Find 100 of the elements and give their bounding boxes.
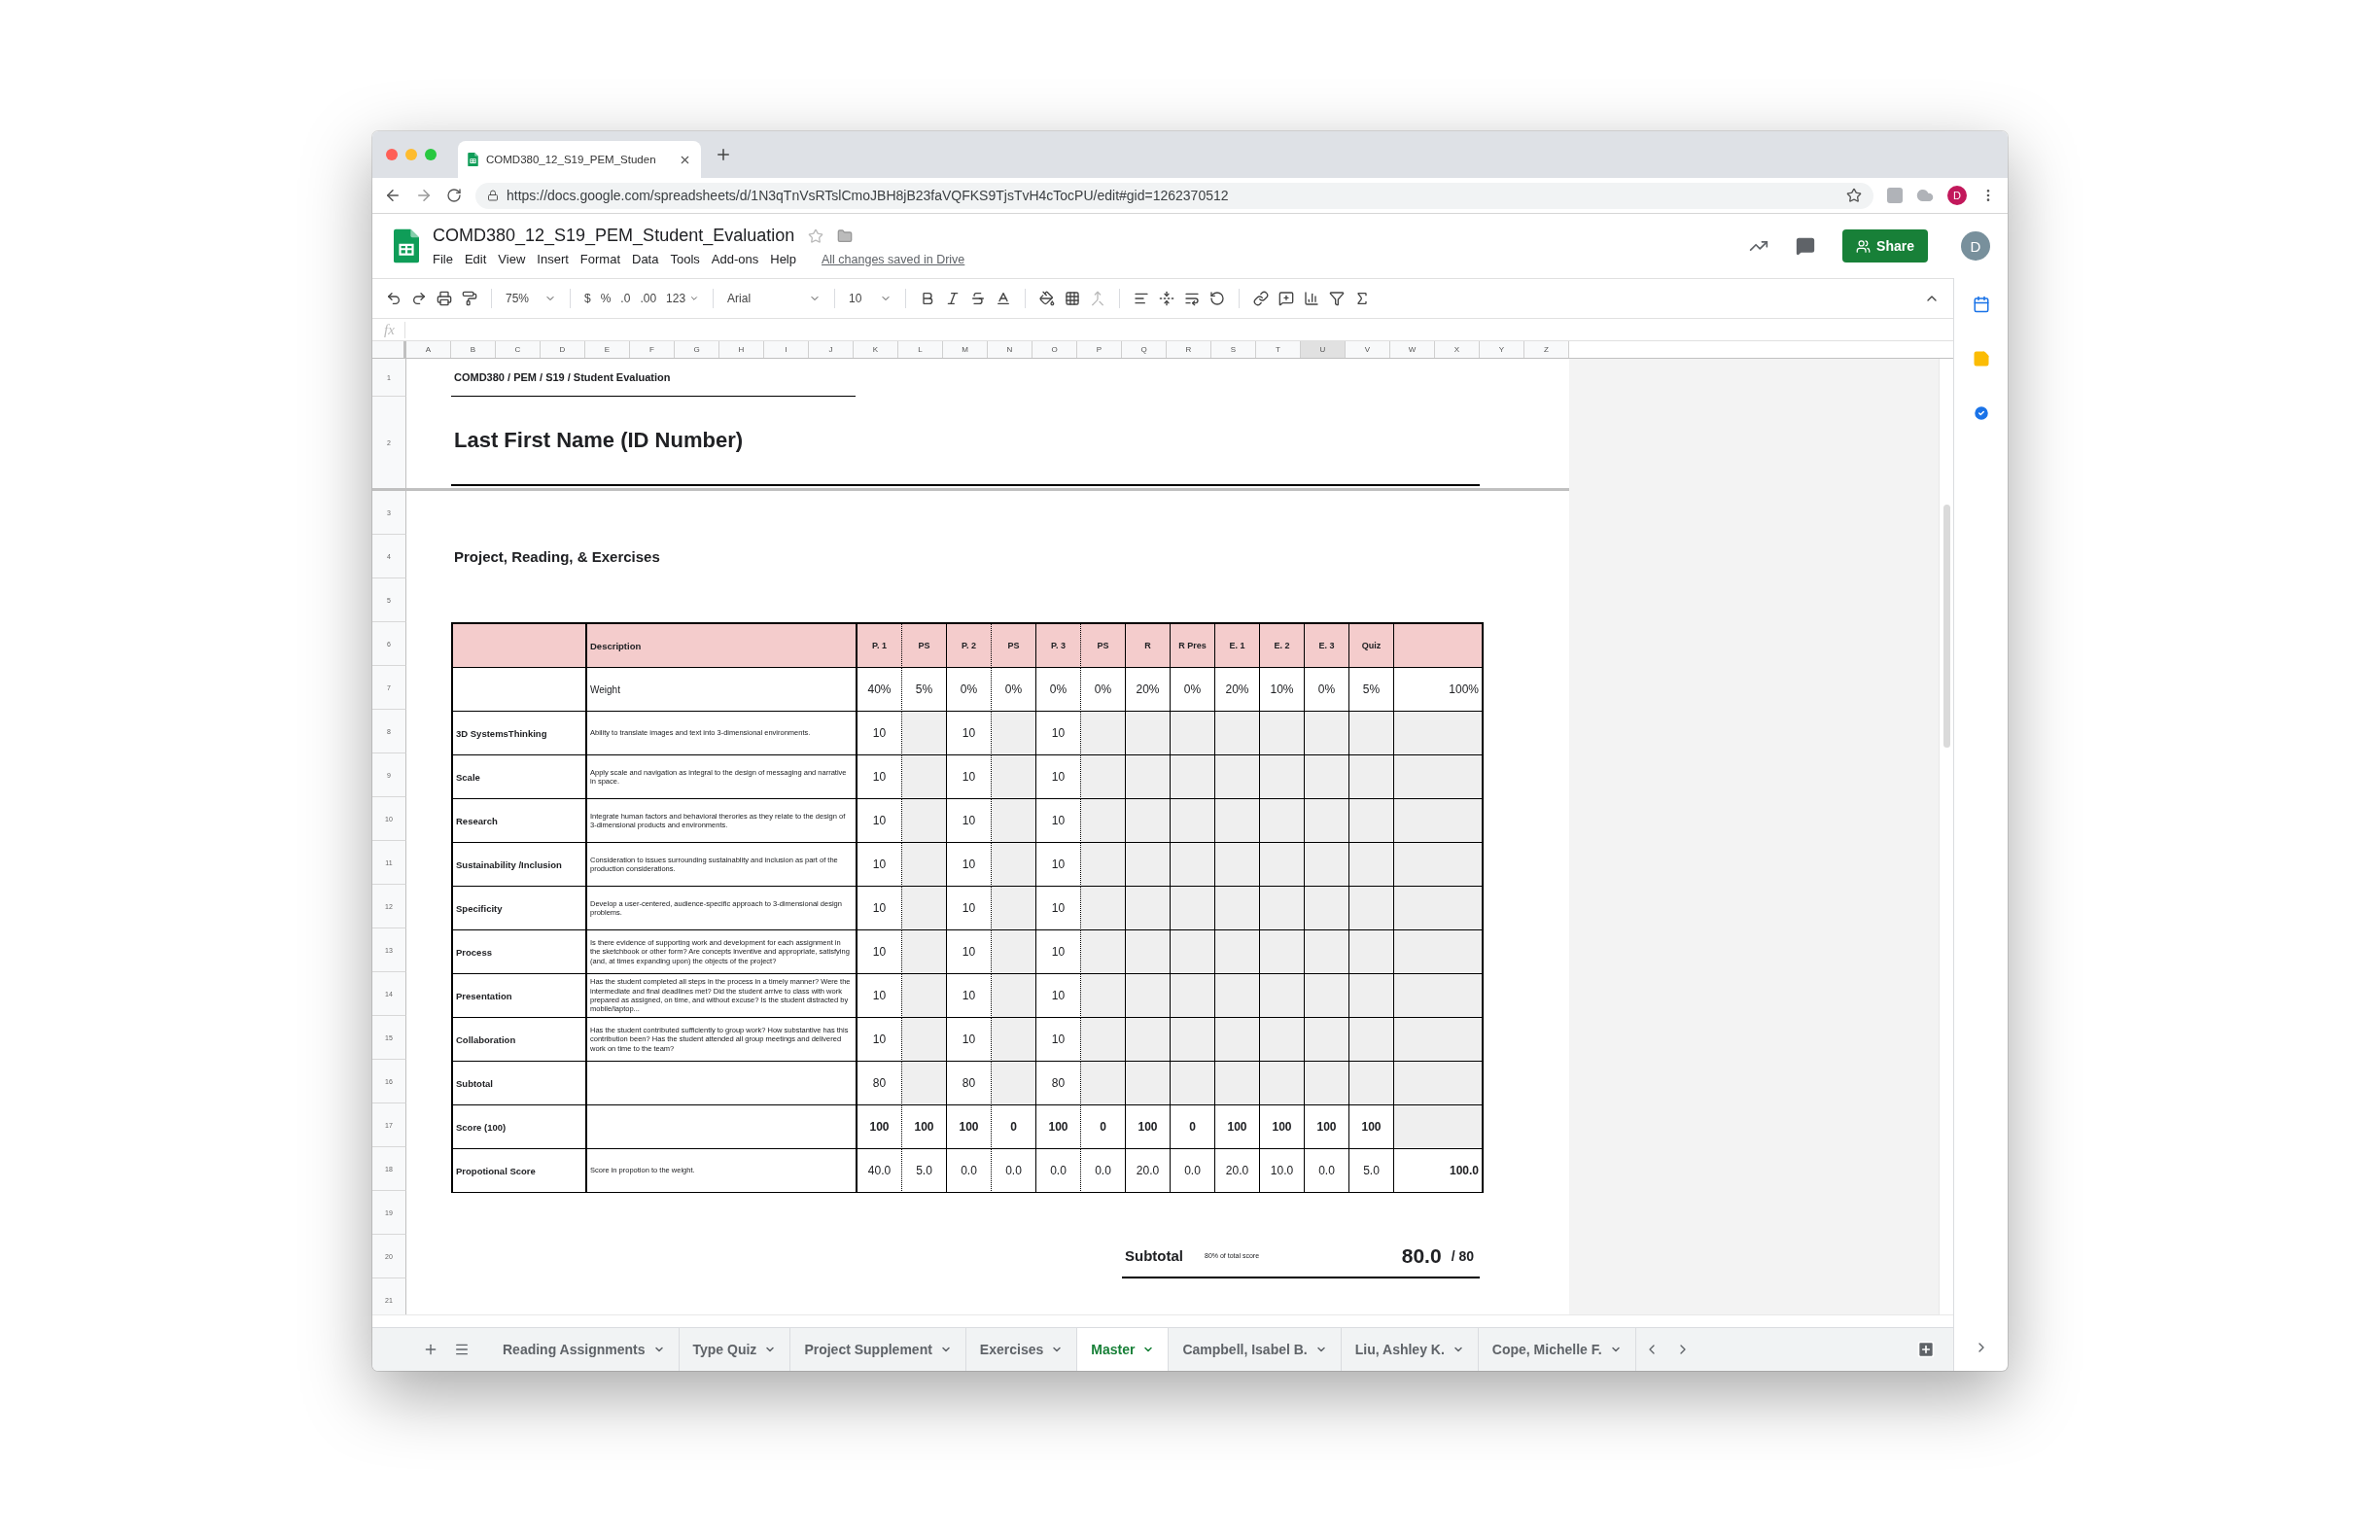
borders-icon[interactable] bbox=[1065, 291, 1081, 306]
column-header[interactable]: I bbox=[764, 341, 809, 358]
document-title[interactable]: COMD380_12_S19_PEM_Student_Evaluation bbox=[433, 226, 795, 246]
sheet-tab[interactable]: Liu, Ashley K. bbox=[1341, 1328, 1479, 1371]
back-icon[interactable] bbox=[384, 187, 402, 204]
menu-item[interactable]: File bbox=[433, 252, 453, 266]
profile-avatar[interactable]: D bbox=[1947, 186, 1967, 205]
font-size-dropdown[interactable]: 10 bbox=[849, 292, 892, 305]
browser-tab[interactable]: COMD380_12_S19_PEM_Studen bbox=[458, 141, 701, 178]
align-left-icon[interactable] bbox=[1134, 291, 1150, 306]
column-header[interactable]: Z bbox=[1524, 341, 1569, 358]
menu-item[interactable]: Add-ons bbox=[711, 252, 759, 266]
menu-item[interactable]: Format bbox=[579, 252, 620, 266]
reload-icon[interactable] bbox=[446, 188, 462, 203]
column-header[interactable]: L bbox=[898, 341, 943, 358]
star-icon[interactable] bbox=[808, 228, 824, 244]
table-cell bbox=[1126, 974, 1171, 1018]
table-cell bbox=[992, 843, 1036, 887]
column-header[interactable]: F bbox=[630, 341, 675, 358]
column-header[interactable]: M bbox=[943, 341, 988, 358]
add-comment-icon[interactable] bbox=[1278, 291, 1295, 306]
menu-item[interactable]: Help bbox=[770, 252, 796, 266]
table-cell bbox=[902, 974, 947, 1018]
table-cell: 10 bbox=[947, 887, 992, 930]
sheet-tab[interactable]: Campbell, Isabel B. bbox=[1169, 1328, 1342, 1371]
column-header[interactable]: N bbox=[988, 341, 1032, 358]
column-header[interactable]: S bbox=[1211, 341, 1256, 358]
add-sheet-icon[interactable] bbox=[423, 1342, 438, 1357]
menu-item[interactable]: Data bbox=[632, 252, 659, 266]
table-cell bbox=[1171, 843, 1215, 887]
column-header[interactable]: R bbox=[1167, 341, 1211, 358]
column-header[interactable]: H bbox=[719, 341, 764, 358]
undo-icon[interactable] bbox=[386, 291, 402, 306]
number-format-dropdown[interactable]: 123 bbox=[666, 292, 700, 305]
table-cell: 0.0 bbox=[992, 1149, 1036, 1193]
column-header[interactable]: K bbox=[854, 341, 898, 358]
menu-item[interactable]: View bbox=[498, 252, 526, 266]
zoom-dropdown[interactable]: 75% bbox=[506, 292, 556, 305]
table-cell bbox=[1171, 755, 1215, 799]
folder-icon[interactable] bbox=[837, 228, 854, 244]
sheet-tab[interactable]: Project Supplement bbox=[790, 1328, 966, 1371]
column-header[interactable]: Q bbox=[1122, 341, 1167, 358]
table-cell: 100 bbox=[1349, 1105, 1394, 1149]
column-header[interactable]: U bbox=[1301, 341, 1346, 358]
table-cell bbox=[992, 1062, 1036, 1105]
increase-decimals-button[interactable]: .00 bbox=[640, 292, 657, 305]
sheet-tab[interactable]: Type Quiz bbox=[679, 1328, 791, 1371]
column-header[interactable]: E bbox=[585, 341, 630, 358]
comment-icon[interactable] bbox=[1796, 236, 1816, 256]
column-header[interactable]: B bbox=[451, 341, 496, 358]
column-header[interactable]: T bbox=[1256, 341, 1301, 358]
link-icon[interactable] bbox=[1253, 291, 1270, 306]
sheet-tab[interactable]: Reading Assignments bbox=[489, 1328, 680, 1371]
address-bar[interactable]: https://docs.google.com/spreadsheets/d/1N3qTnVsRTslCmoJBH8jB23faVQFKS9TjsTvH4cTocPU/edit#gid=1262370512 bbox=[475, 182, 1873, 209]
print-icon[interactable] bbox=[437, 291, 452, 306]
table-cell: 0% bbox=[1081, 668, 1126, 712]
vertical-align-icon[interactable] bbox=[1159, 291, 1175, 306]
column-header[interactable]: W bbox=[1390, 341, 1435, 358]
column-header[interactable]: G bbox=[675, 341, 719, 358]
bookmark-star-icon[interactable] bbox=[1846, 188, 1862, 203]
sheet-tab[interactable]: Cope, Michelle F. bbox=[1478, 1328, 1636, 1371]
menu-icon[interactable] bbox=[454, 1342, 470, 1357]
column-header[interactable]: D bbox=[541, 341, 585, 358]
percent-button[interactable]: % bbox=[600, 292, 612, 305]
column-header[interactable]: J bbox=[809, 341, 854, 358]
text-color-icon[interactable] bbox=[996, 291, 1012, 306]
sheet-tab[interactable]: Master bbox=[1077, 1328, 1170, 1371]
redo-icon[interactable] bbox=[411, 291, 427, 306]
column-header[interactable]: O bbox=[1032, 341, 1077, 358]
share-button[interactable]: Share bbox=[1842, 229, 1928, 262]
column-header[interactable]: A bbox=[406, 341, 451, 358]
text-rotation-icon[interactable] bbox=[1209, 291, 1226, 306]
column-header[interactable]: P bbox=[1077, 341, 1122, 358]
calendar-icon[interactable] bbox=[1972, 296, 1990, 313]
decrease-decimals-button[interactable]: .0 bbox=[620, 292, 631, 305]
chart-icon[interactable] bbox=[1304, 291, 1320, 306]
table-cell: 0.0 bbox=[1036, 1149, 1081, 1193]
new-tab-icon[interactable] bbox=[715, 146, 732, 163]
forward-icon[interactable] bbox=[415, 187, 433, 204]
currency-button[interactable]: $ bbox=[584, 292, 591, 305]
sheets-logo-icon[interactable] bbox=[394, 228, 419, 263]
column-header[interactable]: Y bbox=[1480, 341, 1524, 358]
table-cell: 10 bbox=[1036, 887, 1081, 930]
strikethrough-icon[interactable] bbox=[970, 291, 987, 306]
font-dropdown[interactable]: Arial bbox=[727, 292, 822, 305]
menu-item[interactable]: Edit bbox=[464, 252, 487, 266]
paint-format-icon[interactable] bbox=[462, 291, 477, 306]
fill-color-icon[interactable] bbox=[1039, 291, 1056, 306]
column-header[interactable]: X bbox=[1435, 341, 1480, 358]
save-status-link[interactable]: All changes saved in Drive bbox=[822, 252, 965, 266]
column-header[interactable]: V bbox=[1346, 341, 1390, 358]
explore-icon[interactable] bbox=[1916, 1340, 1936, 1359]
table-cell bbox=[1349, 843, 1394, 887]
menu-item[interactable]: Tools bbox=[670, 252, 700, 266]
column-header[interactable]: C bbox=[496, 341, 541, 358]
menu-item[interactable]: Insert bbox=[537, 252, 569, 266]
tasks-icon[interactable] bbox=[1972, 404, 1990, 422]
filter-icon[interactable] bbox=[1329, 291, 1346, 306]
wrap-text-icon[interactable] bbox=[1184, 291, 1201, 306]
scrollbar-thumb[interactable] bbox=[1942, 505, 1950, 748]
